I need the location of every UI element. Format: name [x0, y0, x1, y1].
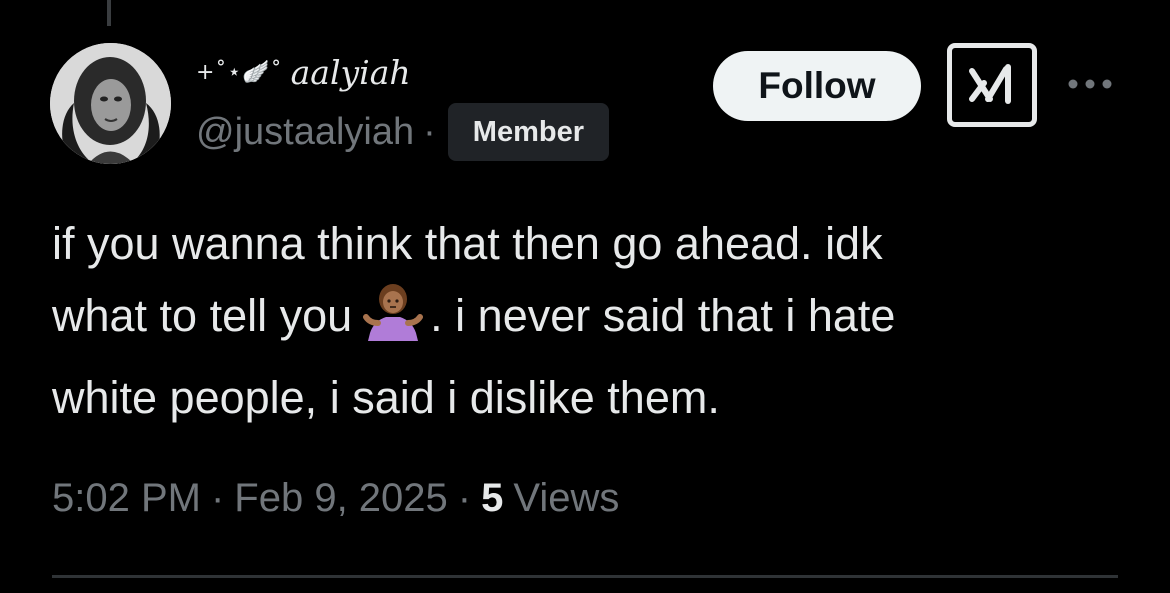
more-horizontal-icon: [1068, 79, 1112, 89]
profile-photo: [50, 43, 171, 164]
display-name-text: aalyiah: [290, 52, 411, 92]
tweet-line-3: white people, i said i dislike them.: [52, 372, 720, 423]
divider: [52, 575, 1118, 578]
handle-row: @justaalyiah · Member: [196, 103, 609, 161]
meta-separator: ·: [457, 475, 472, 520]
tweet-meta: 5:02 PM · Feb 9, 2025 · 5 Views: [52, 470, 619, 526]
grok-icon: [969, 64, 1011, 104]
meta-separator: ·: [210, 475, 225, 520]
handle-separator: ·: [423, 110, 436, 153]
tweet-line-2-end: . i never said that i hate: [430, 290, 896, 341]
grok-button[interactable]: [947, 43, 1037, 127]
display-name[interactable]: +˚⋆🪽˚ aalyiah: [196, 50, 411, 94]
tweet-line-1: if you wanna think that then go ahead. i…: [52, 218, 883, 269]
thread-connector-line: [107, 0, 111, 26]
more-options-button[interactable]: [1064, 64, 1116, 104]
person-shrugging-emoji-icon: [362, 283, 424, 362]
avatar[interactable]: [50, 43, 171, 164]
tweet-time[interactable]: 5:02 PM: [52, 476, 201, 521]
follow-button[interactable]: Follow: [713, 51, 921, 121]
member-badge[interactable]: Member: [447, 103, 609, 161]
views-label[interactable]: Views: [513, 476, 619, 521]
tweet-text: if you wanna think that then go ahead. i…: [52, 208, 1082, 434]
view-count[interactable]: 5: [481, 476, 503, 521]
tweet-line-2-start: what to tell you: [52, 290, 353, 341]
tweet-date[interactable]: Feb 9, 2025: [234, 476, 448, 521]
user-handle[interactable]: @justaalyiah: [196, 111, 414, 154]
display-name-decoration: +˚⋆🪽˚: [196, 59, 283, 85]
